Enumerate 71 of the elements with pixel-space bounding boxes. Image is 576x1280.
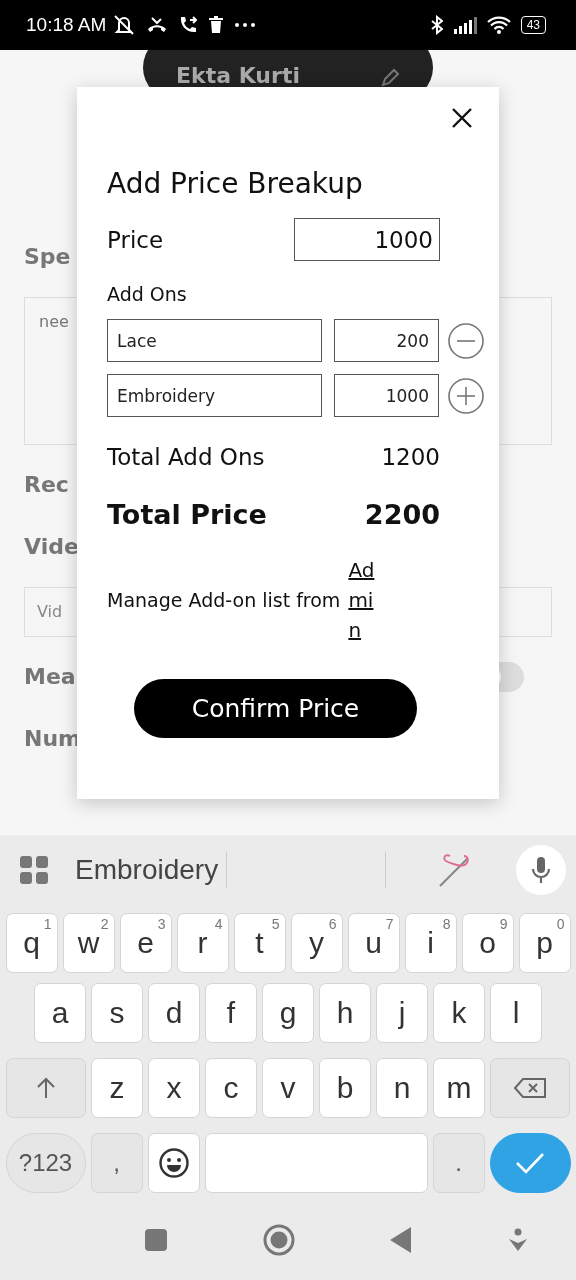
- trash-icon: [208, 16, 225, 34]
- total-price-value: 2200: [364, 499, 440, 531]
- price-field[interactable]: 1000: [294, 218, 440, 261]
- apps-icon[interactable]: [19, 855, 49, 885]
- add-on-amount-field[interactable]: 200: [334, 319, 439, 362]
- field-label: Num: [24, 725, 81, 753]
- price-label: Price: [107, 226, 164, 253]
- add-on-name-field[interactable]: Embroidery: [107, 374, 322, 417]
- shift-arrow-icon: [35, 1077, 57, 1099]
- letter-key[interactable]: r 4: [176, 913, 229, 973]
- add-ons-heading: Add Ons: [107, 282, 188, 307]
- total-add-ons-value: 1200: [381, 443, 440, 472]
- call-forward-icon: [178, 15, 199, 35]
- suggestion[interactable]: Embroidery: [75, 854, 219, 886]
- wifi-icon: [486, 16, 511, 34]
- letter-key[interactable]: f: [205, 983, 257, 1043]
- total-price-label: Total Price: [107, 499, 267, 531]
- remove-button[interactable]: [448, 322, 484, 359]
- letter-key[interactable]: z: [91, 1058, 143, 1118]
- symbols-key[interactable]: ?123: [5, 1133, 86, 1193]
- field-label: Vide: [24, 533, 79, 561]
- confirm-price-button[interactable]: Confirm Price: [134, 679, 417, 738]
- recents-icon[interactable]: [145, 1229, 167, 1251]
- done-key[interactable]: [489, 1133, 571, 1193]
- letter-key[interactable]: a: [34, 983, 86, 1043]
- letter-key[interactable]: d: [148, 983, 200, 1043]
- microphone-button[interactable]: [516, 845, 566, 895]
- letter-key[interactable]: h: [319, 983, 371, 1043]
- add-on-amount-field[interactable]: 1000: [334, 374, 439, 417]
- checkmark-icon: [514, 1151, 546, 1175]
- add-on-name-field[interactable]: Lace: [107, 319, 322, 362]
- letter-key[interactable]: k: [433, 983, 485, 1043]
- letter-key[interactable]: b: [319, 1058, 371, 1118]
- more-icon: [234, 22, 257, 28]
- status-time: 10:18 AM: [26, 14, 107, 36]
- letter-key[interactable]: s: [91, 983, 143, 1043]
- letter-key[interactable]: t 5: [233, 913, 286, 973]
- manage-text: Manage Add-on list from: [107, 589, 341, 611]
- letter-key[interactable]: m: [433, 1058, 485, 1118]
- punctuation-key[interactable]: ,: [90, 1133, 143, 1193]
- close-button[interactable]: [451, 107, 473, 129]
- field-label: Rec: [24, 471, 69, 499]
- punctuation-key[interactable]: .: [432, 1133, 485, 1193]
- dialog-title: Add Price Breakup: [107, 166, 364, 202]
- emoji-key[interactable]: [147, 1133, 200, 1193]
- hide-keyboard-icon[interactable]: [507, 1228, 528, 1252]
- letter-key[interactable]: v: [262, 1058, 314, 1118]
- microphone-icon: [530, 856, 552, 884]
- add-button[interactable]: [448, 377, 484, 414]
- home-icon[interactable]: [262, 1224, 295, 1256]
- field-label: Spe: [24, 243, 71, 271]
- admin-link[interactable]: Admin: [348, 555, 378, 645]
- missed-call-icon: [146, 15, 169, 35]
- backspace-icon: [513, 1077, 547, 1099]
- battery-icon: 43: [520, 16, 546, 34]
- smiley-icon: [157, 1147, 190, 1179]
- letter-key[interactable]: c: [205, 1058, 257, 1118]
- signal-icon: [452, 16, 477, 34]
- bluetooth-icon: [430, 15, 443, 35]
- letter-key[interactable]: j: [376, 983, 428, 1043]
- pencil-icon: [379, 68, 400, 88]
- letter-key[interactable]: i 8: [404, 913, 457, 973]
- letter-key[interactable]: g: [262, 983, 314, 1043]
- backspace-key[interactable]: [490, 1058, 570, 1118]
- total-add-ons-label: Total Add Ons: [107, 443, 265, 472]
- letter-key[interactable]: n: [376, 1058, 428, 1118]
- letter-key[interactable]: x: [148, 1058, 200, 1118]
- back-icon[interactable]: [390, 1227, 413, 1253]
- letter-key[interactable]: l: [490, 983, 542, 1043]
- field-label: Mea: [24, 663, 76, 691]
- page-title: Ekta Kurti: [176, 63, 300, 88]
